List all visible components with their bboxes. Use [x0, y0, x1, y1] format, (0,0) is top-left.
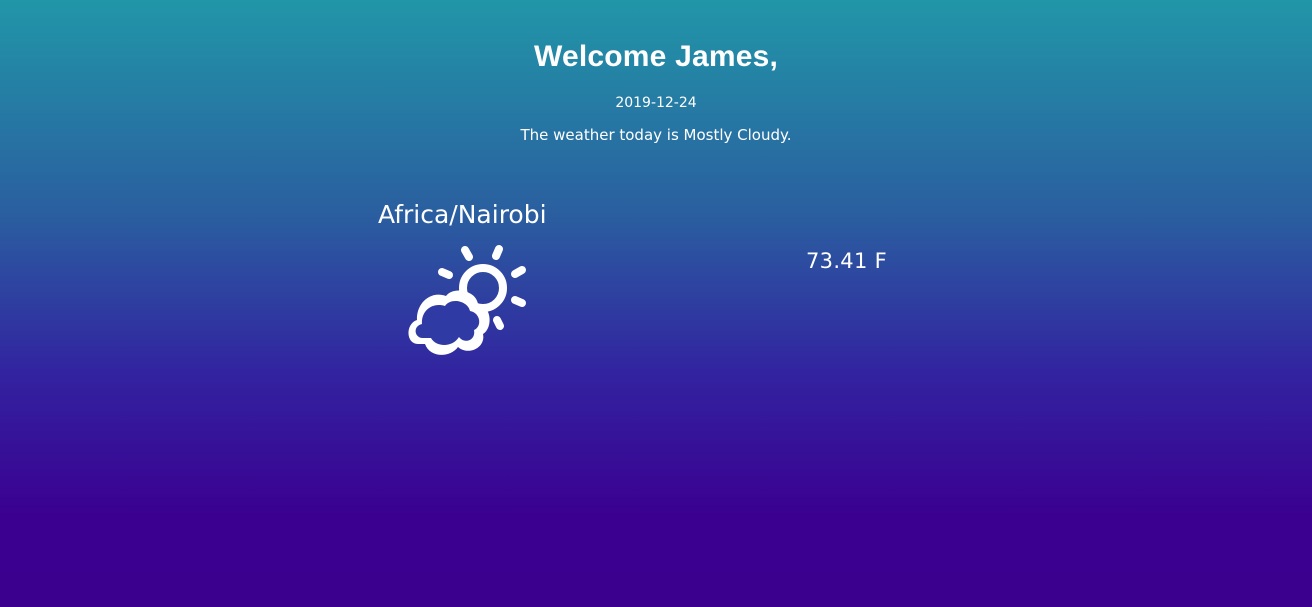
location-name: Africa/Nairobi	[378, 200, 547, 229]
weather-summary: The weather today is Mostly Cloudy.	[520, 126, 792, 144]
current-date: 2019-12-24	[615, 95, 697, 111]
temperature-reading: 73.41 F	[806, 249, 887, 273]
partly-cloudy-day-icon	[398, 240, 538, 365]
welcome-heading: Welcome James,	[533, 40, 779, 73]
